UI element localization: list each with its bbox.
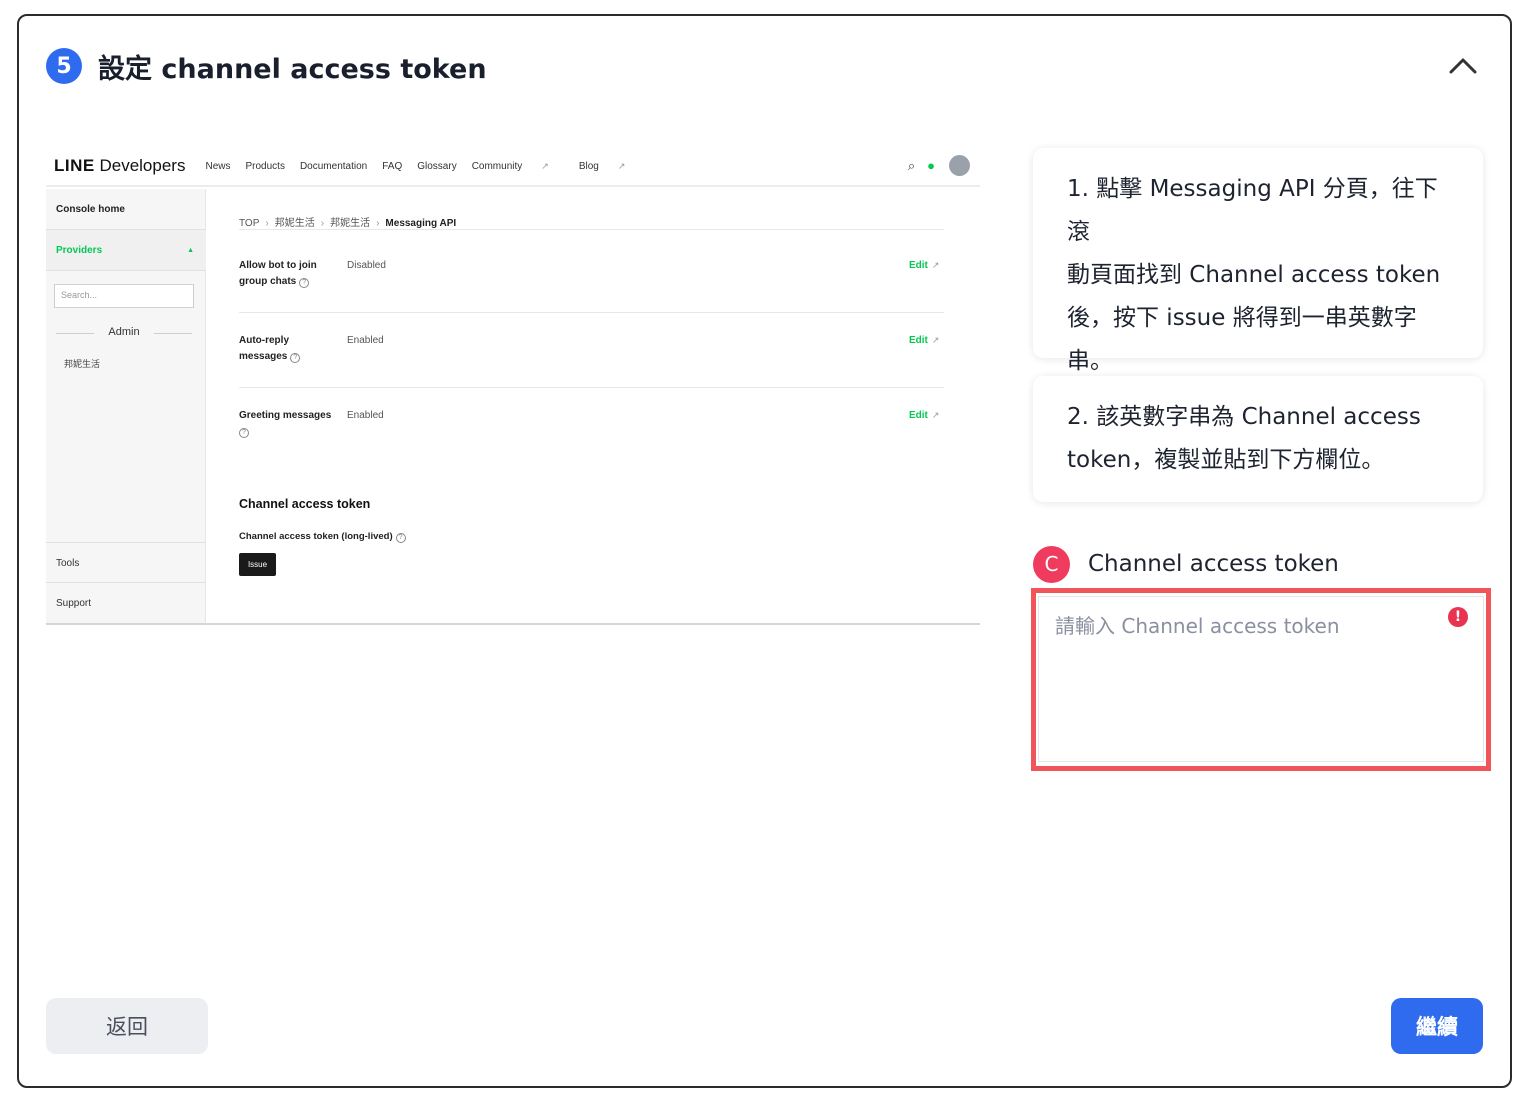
issue-button: Issue [239,553,276,576]
instruction-line: token，複製並貼到下方欄位。 [1067,447,1385,473]
instruction-line: 後，按下 issue 將得到一串英數字 [1067,305,1417,331]
setting-edit-link: Edit ↗ [909,410,940,421]
instruction-card-2: 2. 該英數字串為 Channel access token，複製並貼到下方欄位… [1033,376,1483,502]
token-section-title: Channel access token [239,497,371,511]
instruction-line: 動頁面找到 Channel access token [1067,262,1441,288]
setting-label: Allow bot to join group chats? [239,260,317,288]
line-developers-logo: LINE Developers [54,156,186,175]
nav-community: Community ↗ [471,160,549,172]
instruction-line: 2. 該英數字串為 Channel access [1067,404,1421,430]
nav-blog: Blog ↗ [578,160,626,172]
setting-label: Greeting messages? [239,410,332,438]
setting-label: Auto-reply messages? [239,333,301,365]
continue-button[interactable]: 繼續 [1391,998,1483,1054]
nav-documentation: Documentation [299,160,368,172]
setting-edit-link: Edit ↗ [909,335,940,346]
error-icon: ! [1448,607,1468,627]
sidebar-console-home: Console home [46,189,206,230]
notification-icon: ● [927,158,935,173]
setting-edit-link: Edit ↗ [909,260,940,271]
step-title: 設定 channel access token [98,53,487,85]
step-header: 5 設定 channel access token [46,46,487,86]
console-main: TOP › 邦妮生活 › 邦妮生活 › Messaging API Allow bot to… [207,189,980,623]
field-badge: C [1033,545,1070,583]
console-icons: ⌕ ● [896,155,970,176]
back-button[interactable]: 返回 [46,998,208,1054]
sidebar-tools: Tools [46,542,206,583]
nav-faq: FAQ [382,160,403,172]
nav-news: News [205,160,231,172]
console-topbar: LINE Developers News Products Documentat… [46,147,980,187]
nav-glossary: Glossary [417,160,457,172]
sidebar-providers: Providers ▲ [46,230,206,271]
instruction-card-1: 1. 點擊 Messaging API 分頁，往下滾 動頁面找到 Channel… [1033,148,1483,374]
nav-products: Products [245,160,285,172]
caret-up-icon: ▲ [187,247,194,254]
chevron-up-icon [1449,58,1477,74]
instruction-line: 1. 點擊 Messaging API 分頁，往下滾 [1067,176,1438,245]
console-nav: News Products Documentation FAQ Glossary… [205,161,655,172]
token-long-lived-label: Channel access token (long-lived)? [239,531,406,543]
setting-value: Enabled [347,410,384,421]
avatar [949,155,970,176]
setting-value: Enabled [347,335,384,346]
sidebar-provider-item: 邦妮生活 [64,359,101,369]
breadcrumb: TOP › 邦妮生活 › 邦妮生活 › Messaging API [239,218,457,229]
token-field-header: C Channel access token [1033,545,1339,583]
collapse-button[interactable] [1445,50,1481,80]
sidebar-support: Support [56,598,92,609]
channel-access-token-input[interactable] [1038,596,1484,762]
sidebar-search: Search... [54,284,194,308]
step-number-badge: 5 [46,48,82,84]
sidebar-admin-label: Admin [54,326,194,338]
console-sidebar: Console home Providers ▲ Search... Admin … [46,189,206,623]
line-console-screenshot: LINE Developers News Products Documentat… [46,147,980,625]
search-icon: ⌕ [907,157,916,173]
token-field-label: Channel access token [1088,551,1339,577]
setting-value: Disabled [347,260,386,271]
